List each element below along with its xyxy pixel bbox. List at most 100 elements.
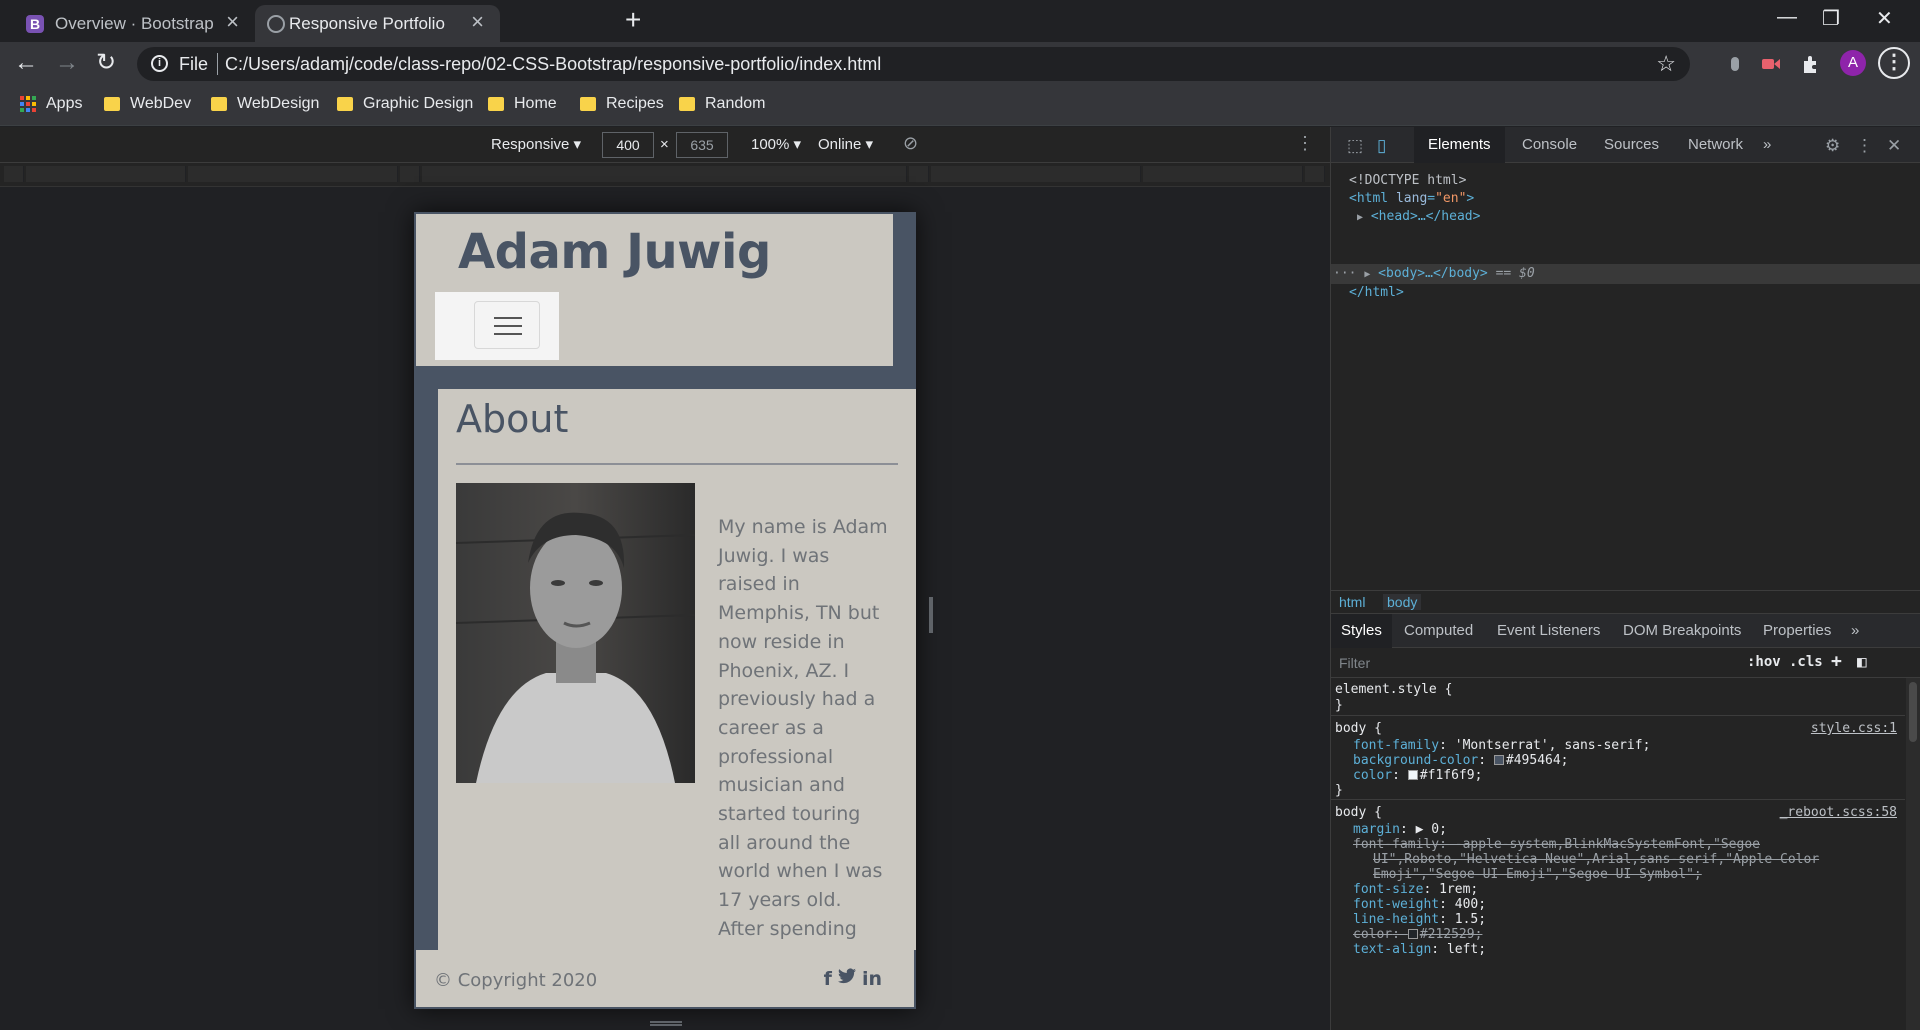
rotate-icon[interactable]: ⊘ <box>903 133 918 154</box>
bookmark-graphic-design[interactable]: Graphic Design <box>337 95 473 113</box>
folder-icon <box>488 97 504 111</box>
minimize-icon[interactable]: — <box>1777 6 1797 29</box>
forward-icon[interactable]: → <box>55 51 79 75</box>
address-bar[interactable]: i File C:/Users/adamj/code/class-repo/02… <box>137 47 1690 81</box>
viewport-height-input[interactable]: 635 <box>676 132 728 158</box>
linkedin-icon[interactable]: in <box>862 969 882 989</box>
tab-overview-bootstrap[interactable]: B Overview · Bootstrap × <box>0 5 255 42</box>
bookmark-home[interactable]: Home <box>488 95 557 113</box>
rule-selector[interactable]: body { <box>1335 805 1382 820</box>
css-declaration[interactable]: margin: ▶ 0; <box>1353 822 1447 837</box>
twitter-icon[interactable] <box>837 968 856 989</box>
devtools-menu-icon[interactable]: ⋮ <box>1856 136 1873 156</box>
reload-icon[interactable]: ↻ <box>96 51 116 75</box>
viewport-width-input[interactable]: 400 <box>602 132 654 158</box>
extension-icon[interactable] <box>1724 53 1746 75</box>
tab-properties[interactable]: Properties <box>1763 622 1831 639</box>
rule-source-link[interactable]: _reboot.scss:58 <box>1780 805 1897 820</box>
class-toggle[interactable]: .cls <box>1789 654 1823 670</box>
dom-doctype[interactable]: <!DOCTYPE html> <box>1349 173 1466 188</box>
more-options-icon[interactable]: ⋮ <box>1296 133 1314 154</box>
tab-computed[interactable]: Computed <box>1404 622 1473 639</box>
css-declaration-overridden[interactable]: font-family: -apple-system,BlinkMacSyste… <box>1353 837 1760 852</box>
css-declaration[interactable]: background-color: #495464; <box>1353 753 1569 768</box>
close-icon[interactable]: × <box>471 11 484 33</box>
throttling-select[interactable]: Online ▾ <box>818 135 873 153</box>
rule-source-link[interactable]: style.css:1 <box>1811 721 1897 736</box>
breadcrumb-body[interactable]: body <box>1383 594 1422 610</box>
styles-filter-input[interactable]: Filter <box>1339 655 1370 671</box>
tab-title: Responsive Portfolio <box>289 14 445 33</box>
color-swatch[interactable] <box>1407 770 1418 780</box>
add-rule-icon[interactable]: + <box>1831 651 1842 672</box>
emulated-viewport-area: Adam Juwig About My name is Adam Juwig. … <box>0 187 1330 1030</box>
more-tabs-icon[interactable]: » <box>1851 622 1859 639</box>
dom-html-close[interactable]: </html> <box>1349 285 1404 300</box>
viewport-resize-handle-right[interactable] <box>929 597 933 633</box>
facebook-icon[interactable]: f <box>824 969 832 989</box>
browser-toolbar: ← → ↻ i File C:/Users/adamj/code/class-r… <box>0 42 1920 86</box>
tab-styles[interactable]: Styles <box>1331 614 1392 648</box>
css-declaration[interactable]: text-align: left; <box>1353 942 1486 957</box>
about-section: About My name is Adam Juwig. I was raise… <box>438 389 916 950</box>
screencast-extension-icon[interactable] <box>1760 53 1782 75</box>
dom-body-node[interactable]: ··· ▶ <body>…</body> == $0 <box>1333 266 1535 281</box>
device-toolbar: Responsive ▾ 400 × 635 100% ▾ Online ▾ ⊘… <box>0 127 1330 163</box>
tab-elements[interactable]: Elements <box>1414 127 1505 163</box>
tab-responsive-portfolio[interactable]: Responsive Portfolio × <box>255 5 500 42</box>
bookmark-webdesign[interactable]: WebDesign <box>211 95 319 113</box>
css-declaration[interactable]: font-family: 'Montserrat', sans-serif; <box>1353 738 1650 753</box>
css-declaration[interactable]: line-height: 1.5; <box>1353 912 1486 927</box>
device-mode-select[interactable]: Responsive ▾ <box>491 135 581 153</box>
about-paragraph: My name is Adam Juwig. I was raised in M… <box>718 516 888 940</box>
puzzle-icon[interactable] <box>1800 53 1822 75</box>
window-close-icon[interactable]: ✕ <box>1876 6 1893 31</box>
color-swatch[interactable] <box>1493 755 1504 765</box>
zoom-select[interactable]: 100% ▾ <box>751 135 801 153</box>
media-query-ruler[interactable] <box>0 163 1330 187</box>
url-text[interactable]: C:/Users/adamj/code/class-repo/02-CSS-Bo… <box>225 54 881 75</box>
hover-state-toggle[interactable]: :hov <box>1747 654 1781 670</box>
css-declaration-overridden[interactable]: color: #212529; <box>1353 927 1482 942</box>
css-declaration[interactable]: color: #f1f6f9; <box>1353 768 1482 783</box>
dom-head-node[interactable]: ▶ <head>…</head> <box>1357 209 1480 224</box>
info-icon[interactable]: i <box>151 55 168 72</box>
avatar[interactable]: A <box>1840 50 1866 76</box>
more-tabs-icon[interactable]: » <box>1763 136 1771 153</box>
bookmark-recipes[interactable]: Recipes <box>580 95 664 113</box>
bookmark-star-icon[interactable]: ☆ <box>1656 51 1676 77</box>
viewport-resize-handle-bottom[interactable] <box>650 1021 682 1026</box>
bookmark-webdev[interactable]: WebDev <box>104 95 191 113</box>
rule-selector[interactable]: element.style { <box>1335 682 1452 697</box>
tab-sources[interactable]: Sources <box>1604 136 1659 153</box>
bookmark-apps[interactable]: Apps <box>20 95 82 113</box>
restore-icon[interactable]: ❐ <box>1822 6 1840 31</box>
bookmark-random[interactable]: Random <box>679 95 765 113</box>
css-declaration[interactable]: font-weight: 400; <box>1353 897 1486 912</box>
close-icon[interactable]: × <box>226 11 239 33</box>
hamburger-menu-button[interactable] <box>474 301 540 349</box>
sidebar-toggle-icon[interactable]: ◧ <box>1857 652 1867 671</box>
close-icon[interactable]: ✕ <box>1887 136 1901 156</box>
about-heading: About <box>456 397 569 441</box>
inspect-element-icon[interactable]: ⬚ <box>1347 136 1363 156</box>
site-brand[interactable]: Adam Juwig <box>458 224 771 280</box>
folder-icon <box>580 97 596 111</box>
gear-icon[interactable]: ⚙ <box>1825 136 1840 156</box>
tab-network[interactable]: Network <box>1688 136 1743 153</box>
tab-dom-breakpoints[interactable]: DOM Breakpoints <box>1623 622 1741 639</box>
bookmark-label: WebDev <box>130 95 192 112</box>
tab-event-listeners[interactable]: Event Listeners <box>1497 622 1600 639</box>
breadcrumb-html[interactable]: html <box>1339 594 1365 610</box>
dom-html-open[interactable]: <html lang="en"> <box>1349 191 1474 206</box>
color-swatch[interactable] <box>1407 929 1418 939</box>
device-toggle-icon[interactable]: ▯ <box>1377 136 1386 156</box>
styles-scrollbar[interactable] <box>1906 678 1920 1030</box>
css-declaration[interactable]: font-size: 1rem; <box>1353 882 1478 897</box>
back-icon[interactable]: ← <box>14 51 38 75</box>
tab-console[interactable]: Console <box>1522 136 1577 153</box>
new-tab-button[interactable]: + <box>625 6 641 34</box>
bookmark-label: Random <box>705 95 766 112</box>
kebab-menu-icon[interactable]: ⋮ <box>1878 47 1910 79</box>
rule-selector[interactable]: body { <box>1335 721 1382 736</box>
